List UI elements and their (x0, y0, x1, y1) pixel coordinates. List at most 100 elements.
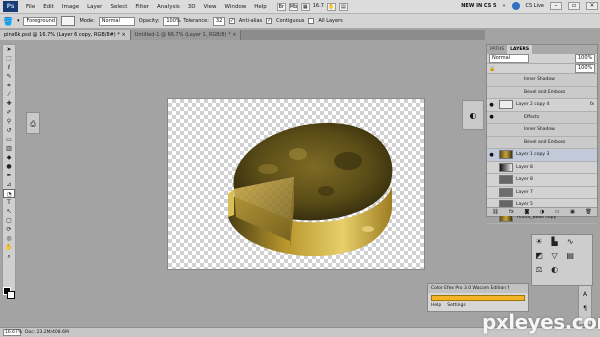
menu-analysis[interactable]: Analysis (157, 4, 180, 10)
cs-live-button[interactable]: CS Live (526, 3, 544, 9)
history-brush-tool-icon[interactable]: ↺ (3, 126, 15, 135)
paint-bucket-tool-icon[interactable]: 🪣 (3, 17, 13, 26)
layer-row[interactable]: Layer 7 (487, 187, 597, 199)
menu-help[interactable]: Help (254, 4, 267, 10)
layer-effect-row[interactable]: Inner Shadow (487, 124, 597, 137)
healing-brush-tool-icon[interactable]: ✚ (3, 99, 15, 108)
trash-icon[interactable]: 🗑 (585, 209, 591, 215)
lasso-tool-icon[interactable]: ℓ (3, 63, 15, 72)
vibrance-icon[interactable]: ▽ (549, 250, 561, 262)
brush-tool-icon[interactable]: ✐ (3, 108, 15, 117)
menu-image[interactable]: Image (62, 4, 79, 10)
menu-view[interactable]: View (203, 4, 216, 10)
gradient-tool-icon[interactable]: ▥ (3, 144, 15, 153)
layer-fill-input[interactable]: 100% (575, 64, 595, 73)
levels-icon[interactable]: ▙ (549, 236, 561, 248)
layer-row[interactable]: ● Layer 1 copy 3 (487, 149, 597, 162)
menu-select[interactable]: Select (110, 4, 127, 10)
lock-icon[interactable]: 🔒 (489, 66, 495, 72)
new-layer-icon[interactable]: ▣ (570, 209, 575, 215)
document-canvas[interactable] (167, 98, 425, 270)
dodge-tool-icon[interactable]: ● (3, 162, 15, 171)
eye-icon[interactable]: ● (487, 102, 496, 108)
collapsed-panel-right[interactable]: ◐ (462, 100, 484, 130)
menu-layer[interactable]: Layer (87, 4, 102, 10)
quick-select-tool-icon[interactable]: ✎ (3, 72, 15, 81)
close-icon[interactable]: × (232, 32, 236, 38)
opacity-input[interactable]: 100% (163, 16, 181, 26)
layer-effect-row[interactable]: Bevel and Emboss (487, 86, 597, 99)
curves-icon[interactable]: ∿ (564, 236, 576, 248)
paint-bucket-tool-icon[interactable]: ⊿ (3, 180, 15, 189)
pattern-picker[interactable] (61, 16, 76, 26)
layer-opacity-input[interactable]: 100% (575, 54, 595, 63)
efex-filter-button[interactable] (431, 295, 525, 301)
layer-row[interactable]: Layer 8 (487, 162, 597, 174)
color-balance-icon[interactable]: ⚖ (533, 264, 545, 276)
minibridge-icon[interactable]: Mb (288, 2, 298, 11)
zoom-level-menu[interactable]: 16.7 (313, 3, 324, 11)
adjustment-layer-icon[interactable]: ◑ (540, 209, 544, 215)
antialias-checkbox[interactable]: ✓ (228, 18, 235, 24)
3d-rotate-tool-icon[interactable]: ⟳ (3, 225, 15, 234)
hue-saturation-icon[interactable]: ▤ (564, 250, 576, 262)
close-icon[interactable]: × (586, 2, 598, 10)
menu-file[interactable]: File (26, 4, 35, 10)
bridge-icon[interactable]: Br (276, 2, 286, 11)
path-selection-tool-icon[interactable]: ↖ (3, 207, 15, 216)
hand-tool-icon[interactable]: ✋ (326, 2, 336, 11)
tolerance-input[interactable]: 32 (212, 16, 225, 26)
exposure-icon[interactable]: ◩ (533, 250, 545, 262)
view-extras-icon[interactable]: ▦ (300, 2, 310, 11)
contiguous-checkbox[interactable]: ✓ (266, 18, 273, 24)
marquee-tool-icon[interactable]: ⬚ (3, 54, 15, 63)
layer-row[interactable]: Layer 8 (487, 174, 597, 187)
restore-icon[interactable]: ▫ (568, 2, 580, 10)
mode-select[interactable]: Normal (98, 16, 135, 26)
move-tool-icon[interactable]: ➤ (3, 45, 15, 54)
eyedropper-tool-icon[interactable]: ⁄ (3, 90, 15, 99)
tab-layers[interactable]: LAYERS (507, 45, 533, 54)
selected-tool-icon[interactable]: ◔ (3, 189, 15, 198)
navigator-icon[interactable]: ◐ (463, 101, 483, 131)
efex-help-button[interactable]: Help (431, 303, 441, 308)
workspace-switcher[interactable]: NEW IN CS 5 (461, 3, 496, 9)
type-tool-icon[interactable]: T (3, 198, 15, 207)
character-icon[interactable]: A (579, 288, 591, 302)
fx-icon[interactable]: fx (590, 102, 594, 107)
chevron-right-icon[interactable]: » (502, 3, 505, 9)
close-icon[interactable]: × (121, 32, 125, 38)
clone-stamp-tool-icon[interactable]: ⚲ (3, 117, 15, 126)
layer-effect-row[interactable]: ● Effects (487, 111, 597, 124)
zoom-tool-icon[interactable]: ⌕ (3, 252, 15, 261)
zoom-input[interactable]: 16.67% (3, 329, 22, 336)
menu-window[interactable]: Window (225, 4, 247, 10)
doc-size-info[interactable]: Doc: 23.2M/408.6M (25, 330, 69, 335)
layer-effect-row[interactable]: Bevel and Emboss (487, 136, 597, 149)
efex-settings-button[interactable]: Settings (447, 303, 465, 308)
layer-mask-icon[interactable]: ◙ (524, 209, 529, 215)
minimize-icon[interactable]: – (550, 2, 562, 10)
link-layers-icon[interactable]: ⛓ (492, 209, 498, 215)
layer-effect-row[interactable]: Inner Shadow (487, 74, 597, 87)
history-icon[interactable]: ⎙ (27, 113, 39, 135)
tab-paths[interactable]: PATHS (487, 45, 507, 54)
background-color-swatch[interactable] (7, 291, 15, 299)
tab-pins6k[interactable]: pins6k.psd @ 16.7% (Layer 6 copy, RGB/8#… (0, 30, 131, 40)
new-group-icon[interactable]: ▭ (555, 209, 560, 215)
shape-tool-icon[interactable]: ▢ (3, 216, 15, 225)
layer-style-icon[interactable]: fx (509, 209, 514, 215)
eye-icon[interactable]: ● (487, 114, 496, 120)
brightness-icon[interactable]: ☀ (533, 236, 545, 248)
menu-filter[interactable]: Filter (135, 4, 149, 10)
cs-live-icon[interactable] (511, 2, 520, 10)
eraser-tool-icon[interactable]: ▭ (3, 135, 15, 144)
chevron-down-icon[interactable]: ▾ (17, 18, 20, 24)
black-white-icon[interactable]: ◐ (549, 264, 561, 276)
collapsed-panel-left[interactable]: ⎙ (26, 112, 40, 134)
arrange-documents-icon[interactable]: ▤ (338, 2, 348, 11)
menu-edit[interactable]: Edit (43, 4, 54, 10)
3d-camera-tool-icon[interactable]: ◎ (3, 234, 15, 243)
pen-tool-icon[interactable]: ✒ (3, 171, 15, 180)
fill-source-select[interactable]: Foreground (23, 16, 58, 26)
